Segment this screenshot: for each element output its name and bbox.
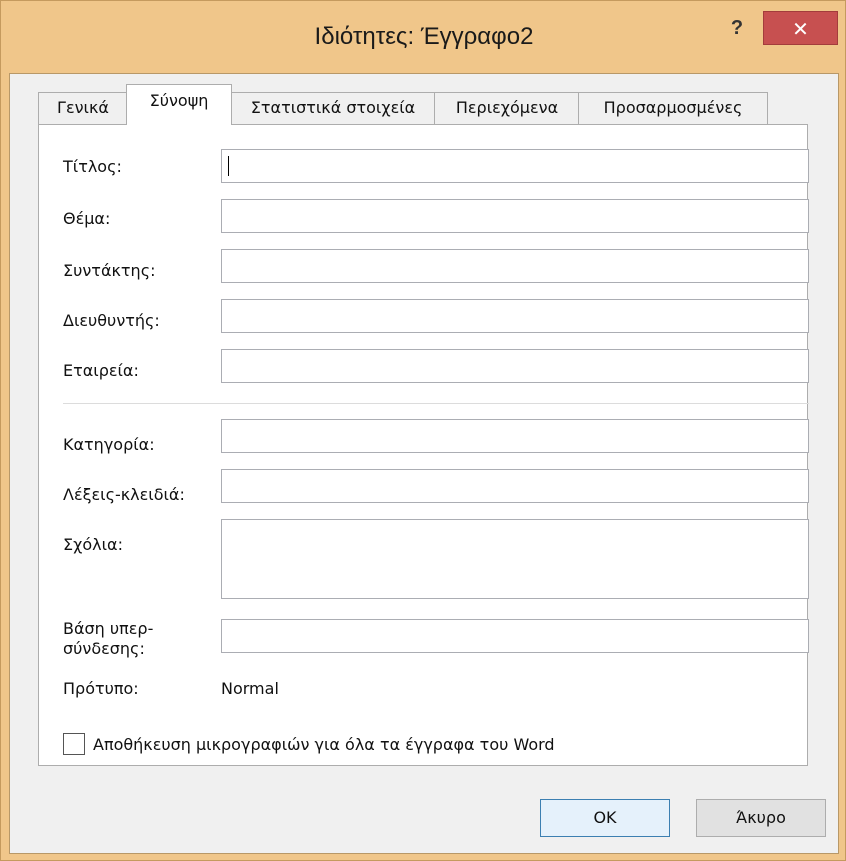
close-button[interactable]: ✕ — [763, 11, 838, 45]
help-button[interactable]: ? — [719, 13, 755, 43]
save-thumbnails-label[interactable]: Αποθήκευση μικρογραφιών για όλα τα έγγρα… — [93, 735, 555, 754]
author-label: Συντάκτης: — [63, 261, 156, 280]
save-thumbnails-checkbox[interactable] — [63, 733, 85, 755]
manager-field[interactable] — [221, 299, 809, 333]
tab-custom[interactable]: Προσαρμοσμένες — [578, 92, 768, 124]
category-field[interactable] — [221, 419, 809, 453]
summary-panel: Τίτλος: Θέμα: Συντάκτης: Διευθυντής: Ετα… — [38, 124, 809, 766]
keywords-field[interactable] — [221, 469, 809, 503]
tab-contents[interactable]: Περιεχόμενα — [434, 92, 580, 124]
section-divider — [63, 403, 809, 404]
tab-general[interactable]: Γενικά — [38, 92, 128, 124]
comments-label: Σχόλια: — [63, 535, 123, 554]
ok-button[interactable]: OK — [540, 799, 670, 837]
template-value: Normal — [221, 679, 279, 698]
cancel-button[interactable]: Άκυρο — [696, 799, 826, 837]
category-label: Κατηγορία: — [63, 435, 155, 454]
author-field[interactable] — [221, 249, 809, 283]
hyperlink-base-field[interactable] — [221, 619, 809, 653]
subject-label: Θέμα: — [63, 209, 111, 228]
comments-field[interactable] — [221, 519, 809, 599]
tab-statistics[interactable]: Στατιστικά στοιχεία — [230, 92, 436, 124]
tab-summary[interactable]: Σύνοψη — [126, 84, 232, 125]
text-caret — [228, 156, 229, 176]
title-bar[interactable]: Ιδιότητες: Έγγραφο2 ? ✕ — [1, 1, 846, 73]
subject-field[interactable] — [221, 199, 809, 233]
title-label: Τίτλος: — [63, 157, 122, 176]
title-field[interactable] — [221, 149, 809, 183]
keywords-label: Λέξεις-κλειδιά: — [63, 485, 185, 504]
properties-dialog: Ιδιότητες: Έγγραφο2 ? ✕ Γενικά Σύνοψη Στ… — [0, 0, 846, 861]
close-icon: ✕ — [792, 17, 809, 41]
company-label: Εταιρεία: — [63, 361, 139, 380]
company-field[interactable] — [221, 349, 809, 383]
template-label: Πρότυπο: — [63, 679, 139, 698]
manager-label: Διευθυντής: — [63, 311, 160, 330]
dialog-body: Γενικά Σύνοψη Στατιστικά στοιχεία Περιεχ… — [9, 73, 839, 854]
hyperlink-base-label-line1: Βάση υπερ- — [63, 619, 154, 638]
hyperlink-base-label-line2: σύνδεσης: — [63, 639, 145, 658]
